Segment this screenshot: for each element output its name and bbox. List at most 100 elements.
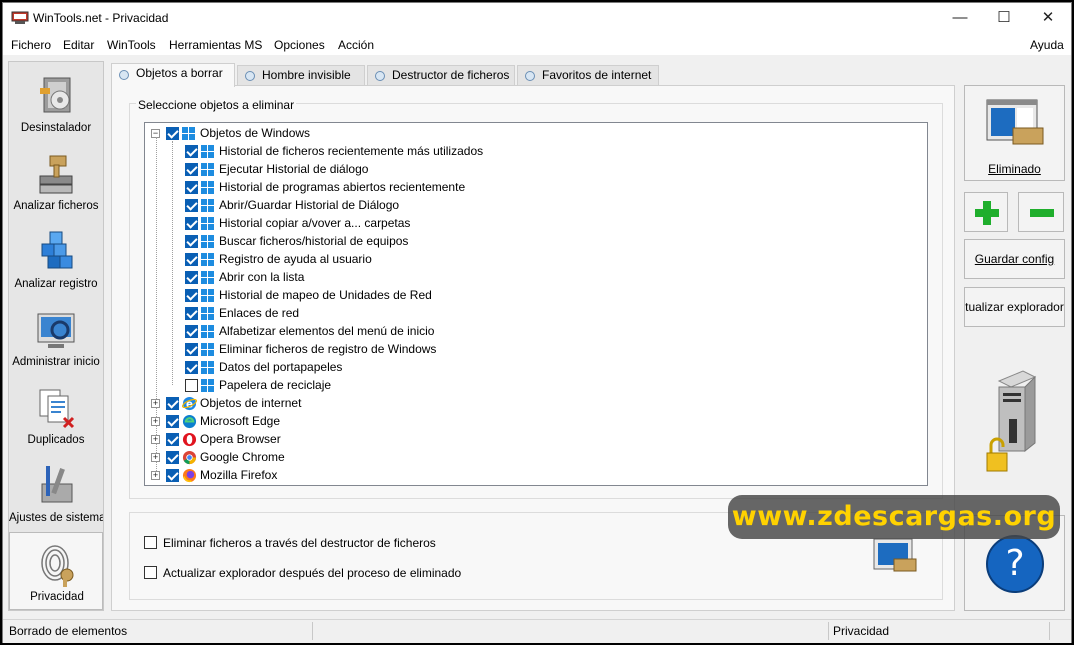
tree-child-item[interactable]: Buscar ficheros/historial de equipos (145, 233, 925, 251)
tree-node-label: Papelera de reciclaje (219, 378, 332, 392)
menu-fichero[interactable]: Fichero (11, 38, 51, 52)
menu-ayuda[interactable]: Ayuda (1030, 38, 1064, 52)
tab-destructor-de-ficheros[interactable]: Destructor de ficheros (367, 65, 515, 85)
tree-node-label: Historial de ficheros recientemente más … (219, 144, 484, 158)
checkbox[interactable] (185, 199, 198, 212)
tree-child-item[interactable]: Eliminar ficheros de registro de Windows (145, 341, 925, 359)
remove-button[interactable] (1018, 192, 1064, 232)
tree-child-item[interactable]: Abrir con la lista (145, 269, 925, 287)
tree-node-label: Ejecutar Historial de diálogo (219, 162, 369, 176)
tree-node-label: Opera Browser (200, 432, 281, 446)
tree-node-microsoft-edge[interactable]: + Microsoft Edge (145, 413, 925, 431)
tree-child-item[interactable]: Datos del portapapeles (145, 359, 925, 377)
add-button[interactable] (964, 192, 1008, 232)
duplicates-icon (39, 389, 75, 429)
close-button[interactable]: ✕ (1025, 3, 1071, 33)
menu-wintools[interactable]: WinTools (107, 38, 156, 52)
tree-child-item[interactable]: Ejecutar Historial de diálogo (145, 161, 925, 179)
tree-node-objetos-de-internet[interactable]: + e Objetos de internet (145, 395, 925, 413)
expand-icon[interactable]: + (151, 399, 160, 408)
tree-node-opera-browser[interactable]: + Opera Browser (145, 431, 925, 449)
checkbox[interactable] (166, 469, 179, 482)
checkbox[interactable] (166, 127, 179, 140)
windows-logo-icon (201, 163, 215, 177)
tree-node-google-chrome[interactable]: + Google Chrome (145, 449, 925, 467)
checkbox[interactable] (144, 566, 157, 579)
edge-icon (182, 414, 197, 429)
windows-logo-icon (201, 271, 215, 285)
tab-favoritos-de-internet[interactable]: Favoritos de internet (517, 65, 659, 85)
tree-node-label: Objetos de Windows (200, 126, 311, 140)
checkbox[interactable] (166, 415, 179, 428)
sidebar-item-desinstalador[interactable]: Desinstalador (9, 64, 103, 142)
tab-label: Favoritos de internet (542, 68, 652, 82)
sidebar-item-duplicados[interactable]: Duplicados (9, 376, 103, 454)
app-icon (11, 11, 29, 24)
tree-child-item[interactable]: Registro de ayuda al usuario (145, 251, 925, 269)
opera-icon (182, 432, 197, 447)
checkbox[interactable] (185, 235, 198, 248)
tree-node-objetos-de-windows[interactable]: − Objetos de Windows (145, 125, 925, 143)
eliminado-button[interactable]: Eliminado (964, 85, 1065, 181)
expand-icon[interactable]: + (151, 435, 160, 444)
sidebar-item-privacidad[interactable]: Privacidad (9, 532, 103, 610)
plus-icon (975, 201, 999, 225)
checkbox[interactable] (185, 163, 198, 176)
tree-child-item[interactable]: Historial de mapeo de Unidades de Red (145, 287, 925, 305)
sidebar-item-administrar-inicio[interactable]: Administrar inicio (9, 298, 103, 376)
objects-tree[interactable]: − Objetos de Windows Historial de ficher… (144, 122, 928, 486)
expand-icon[interactable]: + (151, 453, 160, 462)
checkbox[interactable] (185, 145, 198, 158)
tree-child-item[interactable]: Historial copiar a/vover a... carpetas (145, 215, 925, 233)
tree-child-item[interactable]: Alfabetizar elementos del menú de inicio (145, 323, 925, 341)
checkbox[interactable] (166, 433, 179, 446)
file-scanner-icon (39, 155, 73, 194)
sidebar-item-ajustes-de-sistema[interactable]: Ajustes de sistema (9, 454, 103, 532)
sidebar-label-privacidad: Privacidad (30, 591, 84, 603)
tree-child-item[interactable]: Papelera de reciclaje (145, 377, 925, 395)
checkbox[interactable] (185, 181, 198, 194)
server-lock-icon (986, 370, 1037, 472)
actualizar-explorador-button[interactable]: Actualizar explorador (964, 287, 1065, 327)
menu-accion[interactable]: Acción (338, 38, 374, 52)
windows-logo-icon (201, 217, 215, 231)
tree-child-item[interactable]: Enlaces de red (145, 305, 925, 323)
uninstaller-icon (40, 77, 71, 113)
system-tweaks-icon (41, 466, 73, 503)
tree-child-item[interactable]: Abrir/Guardar Historial de Diálogo (145, 197, 925, 215)
menu-editar[interactable]: Editar (63, 38, 94, 52)
checkbox[interactable] (185, 217, 198, 230)
option-label: Eliminar ficheros a través del destructo… (163, 536, 436, 550)
checkbox[interactable] (185, 361, 198, 374)
checkbox[interactable] (166, 397, 179, 410)
checkbox[interactable] (185, 325, 198, 338)
tab-hombre-invisible[interactable]: Hombre invisible (237, 65, 365, 85)
minimize-button[interactable]: — (937, 3, 983, 33)
tree-node-mozilla-firefox[interactable]: + Mozilla Firefox (145, 467, 925, 485)
checkbox[interactable] (166, 451, 179, 464)
chrome-icon (182, 450, 197, 465)
app-window: WinTools.net - Privacidad — ☐ ✕ Fichero … (2, 2, 1072, 643)
expand-icon[interactable]: + (151, 417, 160, 426)
checkbox[interactable] (185, 271, 198, 284)
sidebar-item-analizar-ficheros[interactable]: Analizar ficheros (9, 142, 103, 220)
sidebar-item-analizar-registro[interactable]: Analizar registro (9, 220, 103, 298)
checkbox[interactable] (185, 343, 198, 356)
expand-icon[interactable]: + (151, 471, 160, 480)
tab-objetos-a-borrar[interactable]: Objetos a borrar (111, 63, 235, 87)
checkbox[interactable] (144, 536, 157, 549)
tree-child-item[interactable]: Historial de ficheros recientemente más … (145, 143, 925, 161)
tab-radio-icon (525, 71, 535, 81)
checkbox[interactable] (185, 379, 198, 392)
menu-opciones[interactable]: Opciones (274, 38, 325, 52)
checkbox[interactable] (185, 307, 198, 320)
menu-herramientas-ms[interactable]: Herramientas MS (169, 38, 262, 52)
tree-node-label: Google Chrome (200, 450, 285, 464)
checkbox[interactable] (185, 253, 198, 266)
tree-node-label: Registro de ayuda al usuario (219, 252, 372, 266)
help-glyph: ? (1005, 543, 1025, 584)
guardar-config-button[interactable]: Guardar config (964, 239, 1065, 279)
checkbox[interactable] (185, 289, 198, 302)
tree-child-item[interactable]: Historial de programas abiertos reciente… (145, 179, 925, 197)
maximize-button[interactable]: ☐ (981, 3, 1027, 33)
